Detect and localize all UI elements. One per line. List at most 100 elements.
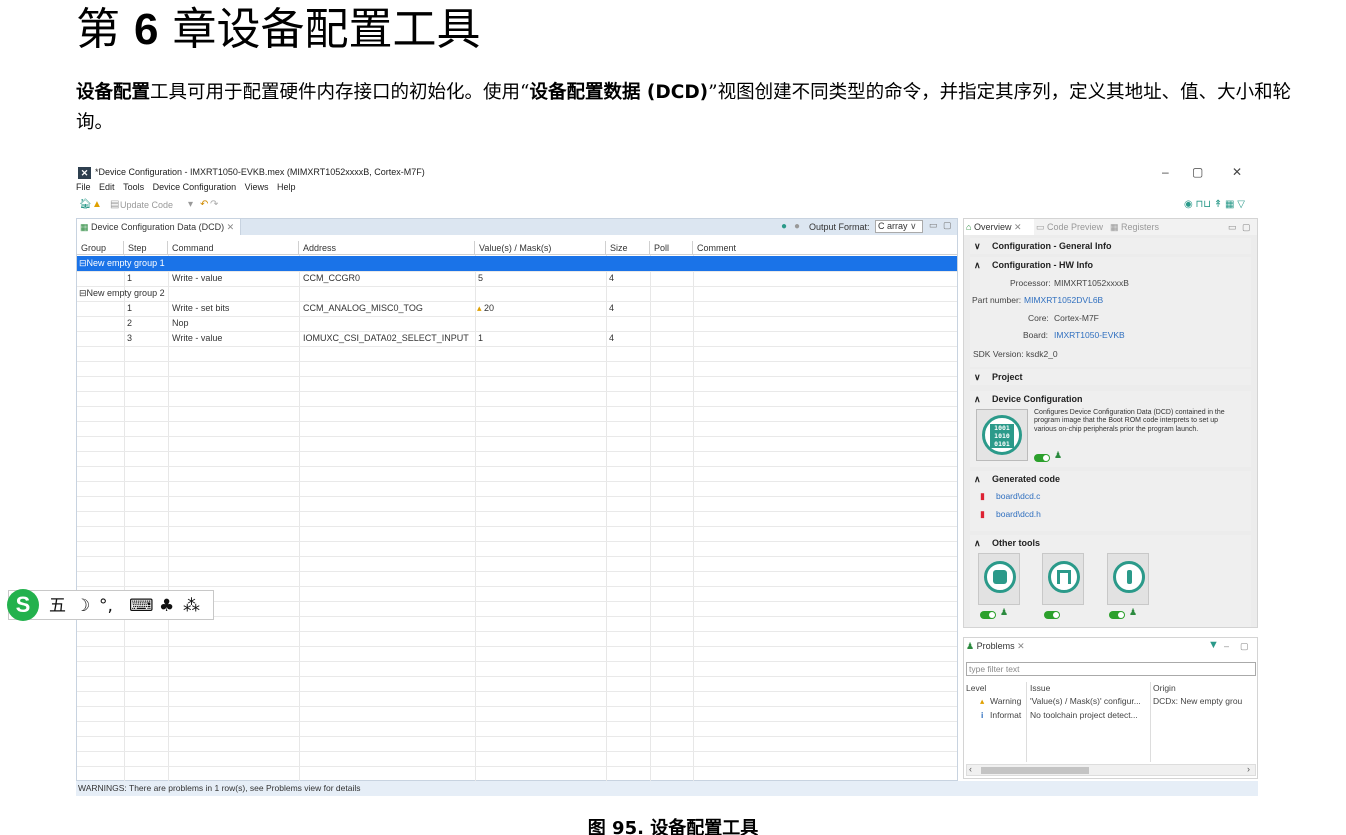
general-info-section[interactable]: ∨ Configuration - General Info (970, 238, 1251, 254)
dcd-editor: ▦ Device Configuration Data (DCD) ✕ ● ● … (76, 218, 958, 781)
scrollbar-thumb[interactable] (981, 767, 1089, 774)
file-link-dcd-h[interactable]: board\dcd.h (996, 509, 1041, 519)
col-origin[interactable]: Origin (1153, 683, 1176, 693)
add-icon[interactable]: ● (781, 221, 787, 232)
clocks-tool-button[interactable] (1042, 553, 1084, 605)
col-step[interactable]: Step (124, 241, 168, 255)
ime-user-icon[interactable]: ♣ (159, 594, 174, 618)
close-button[interactable]: ✕ (1232, 165, 1242, 179)
undo-icon[interactable]: ↶ (200, 197, 208, 213)
dropdown-icon[interactable]: ▾ (188, 197, 193, 213)
minimize-view-icon[interactable]: ▭ (1228, 219, 1237, 235)
tab-dcd[interactable]: ▦ Device Configuration Data (DCD) ✕ (77, 219, 242, 235)
col-group[interactable]: Group (77, 241, 124, 255)
peripherals-tool-toggle[interactable] (1109, 609, 1125, 619)
chevron-up-icon[interactable]: ∧ (974, 394, 981, 405)
project-section[interactable]: ∨ Project (970, 369, 1251, 385)
maximize-view-icon[interactable]: ▢ (1242, 219, 1251, 235)
filter-icon[interactable]: ▼ (1208, 639, 1219, 651)
ime-mode-wubi[interactable]: 五 (49, 594, 66, 618)
menu-tools[interactable]: Tools (123, 182, 144, 192)
problem-origin: DCDx: New empty grou (1153, 696, 1243, 706)
menu-edit[interactable]: Edit (99, 182, 115, 192)
tab-code-preview[interactable]: ▭ Code Preview (1036, 219, 1103, 235)
col-address[interactable]: Address (299, 241, 475, 255)
row-line (77, 541, 957, 542)
problems-filter-input[interactable]: type filter text (966, 662, 1256, 676)
close-tab-icon[interactable]: ✕ (227, 222, 235, 232)
ime-keyboard-icon[interactable]: ⌨ (129, 594, 154, 618)
table-row[interactable]: 3 Write - value IOMUXC_CSI_DATA02_SELECT… (77, 331, 957, 346)
col-value[interactable]: Value(s) / Mask(s) (475, 241, 606, 255)
file-link-dcd-c[interactable]: board\dcd.c (996, 491, 1040, 501)
close-tab-icon[interactable]: ✕ (1014, 222, 1022, 232)
output-format-select[interactable]: C array ∨ (875, 220, 923, 233)
warning-icon[interactable]: ▲ (92, 197, 102, 213)
col-size[interactable]: Size (606, 241, 650, 255)
col-poll[interactable]: Poll (650, 241, 693, 255)
menu-views[interactable]: Views (245, 182, 269, 192)
tab-overview[interactable]: ⌂ Overview ✕ (964, 219, 1034, 235)
row-line (77, 676, 957, 677)
close-tab-icon[interactable]: ✕ (1017, 641, 1025, 651)
table-row[interactable]: 2 Nop (77, 316, 957, 331)
part-number-link[interactable]: MIMXRT1052DVL6B (1024, 295, 1103, 305)
pins-tool-toggle[interactable] (980, 609, 996, 619)
dcd-tool-icon: 1001 1010 0101 (982, 415, 1022, 455)
table-row-group-1[interactable]: ⊟New empty group 1 (77, 256, 957, 271)
menu-device-configuration[interactable]: Device Configuration (153, 182, 237, 192)
minimize-button[interactable]: – (1162, 165, 1169, 179)
dcd-tool-tile[interactable]: 1001 1010 0101 (976, 409, 1028, 461)
table-row-group-2[interactable]: ⊟New empty group 2 (77, 286, 957, 301)
intro-paragraph: 设备配置工具可用于配置硬件内存接口的初始化。使用“设备配置数据 (DCD)”视图… (76, 82, 1292, 133)
maximize-view-icon[interactable]: ▢ (943, 220, 952, 231)
perspective-icons[interactable]: ◉ ⊓⊔ ↟ ▦ ▽ (1184, 197, 1245, 213)
scroll-right-icon[interactable]: › (1247, 764, 1250, 774)
tab-registers[interactable]: ▦ Registers (1110, 219, 1159, 235)
pins-tool-button[interactable] (978, 553, 1020, 605)
chevron-up-icon[interactable]: ∧ (974, 474, 981, 485)
row-line (77, 631, 957, 632)
col-issue[interactable]: Issue (1030, 683, 1050, 693)
generated-code-title: Generated code (992, 474, 1061, 484)
horizontal-scrollbar[interactable]: ‹ › (966, 764, 1256, 776)
redo-icon[interactable]: ↷ (210, 197, 218, 213)
clocks-tool-toggle[interactable] (1044, 609, 1060, 619)
col-comment[interactable]: Comment (693, 241, 957, 255)
minimize-view-icon[interactable]: ▭ (929, 220, 938, 231)
problem-row[interactable]: ▴ Warning 'Value(s) / Mask(s)' configur.… (964, 696, 1257, 710)
remove-icon[interactable]: ● (794, 221, 800, 232)
maximize-button[interactable]: ▢ (1192, 165, 1203, 179)
menu-help[interactable]: Help (277, 182, 296, 192)
board-link[interactable]: IMXRT1050-EVKB (1054, 330, 1125, 340)
col-level[interactable]: Level (966, 683, 986, 693)
value-cell: 20 (484, 303, 495, 313)
device-config-toggle[interactable] (1034, 452, 1050, 462)
problem-row[interactable]: i Informat No toolchain project detect..… (964, 710, 1257, 724)
row-line (77, 466, 957, 467)
ime-apps-icon[interactable]: ⁂ (183, 594, 200, 618)
ime-logo-icon[interactable]: S (7, 589, 39, 621)
user-icon: ♟ (1000, 607, 1009, 617)
scroll-left-icon[interactable]: ‹ (969, 764, 972, 774)
ime-punctuation-icon[interactable]: °, (99, 594, 113, 618)
menu-file[interactable]: File (76, 182, 91, 192)
col-command[interactable]: Command (168, 241, 299, 255)
table-row[interactable]: 1 Write - value CCM_CCGR0 5 4 (77, 271, 957, 286)
chevron-up-icon[interactable]: ∧ (974, 260, 981, 271)
chevron-up-icon[interactable]: ∧ (974, 538, 981, 549)
peripherals-tool-button[interactable] (1107, 553, 1149, 605)
processor-label: Processor: (1010, 278, 1051, 288)
cactus-icon (1113, 561, 1145, 593)
minimize-view-icon[interactable]: – (1224, 641, 1229, 651)
home-icon[interactable]: 🏠︎ (79, 197, 92, 213)
ime-halfwidth-icon[interactable]: ☽ (75, 594, 90, 618)
table-row[interactable]: 1 Write - set bits CCM_ANALOG_MISC0_TOG … (77, 301, 957, 316)
problem-level: Informat (990, 710, 1022, 720)
update-code-button[interactable]: Update Code (120, 197, 173, 213)
row-line (77, 436, 957, 437)
tab-problems[interactable]: ♟ Problems ✕ (966, 641, 1025, 652)
project-title: Project (992, 372, 1023, 382)
row-line (77, 391, 957, 392)
maximize-view-icon[interactable]: ▢ (1240, 641, 1249, 652)
